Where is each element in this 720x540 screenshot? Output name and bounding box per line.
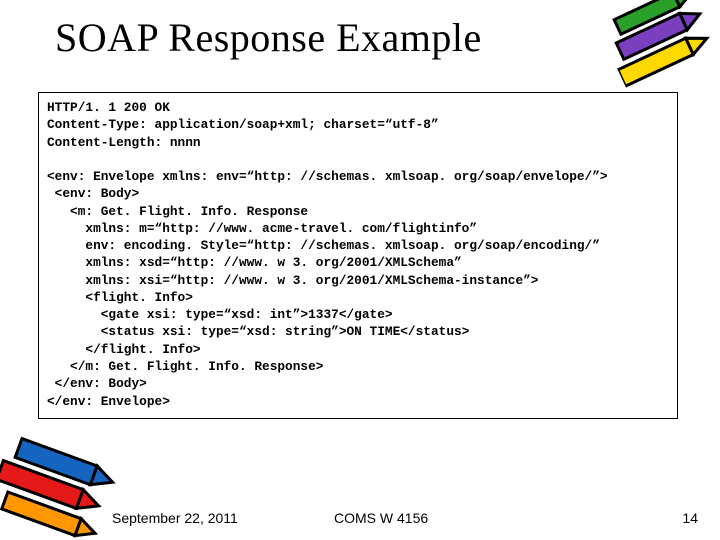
footer-course: COMS W 4156 xyxy=(334,510,428,526)
code-line: xmlns: xsi=“http: //www. w 3. org/2001/X… xyxy=(47,273,538,288)
code-line: Content-Length: nnnn xyxy=(47,135,201,150)
code-line: env: encoding. Style=“http: //schemas. x… xyxy=(47,238,600,253)
code-line: </flight. Info> xyxy=(47,342,201,357)
code-line: <env: Body> xyxy=(47,186,139,201)
code-block: HTTP/1. 1 200 OK Content-Type: applicati… xyxy=(38,92,678,419)
code-line: </env: Envelope> xyxy=(47,394,170,409)
code-line: xmlns: xsd=“http: //www. w 3. org/2001/X… xyxy=(47,255,462,270)
footer-page-number: 14 xyxy=(682,510,698,526)
code-line: <status xsi: type=“xsd: string”>ON TIME<… xyxy=(47,324,469,339)
code-line: <m: Get. Flight. Info. Response xyxy=(47,204,308,219)
code-line: xmlns: m=“http: //www. acme-travel. com/… xyxy=(47,221,477,236)
code-line: </env: Body> xyxy=(47,376,147,391)
code-line: Content-Type: application/soap+xml; char… xyxy=(47,117,439,132)
footer-date: September 22, 2011 xyxy=(112,510,238,526)
page-title: SOAP Response Example xyxy=(55,14,680,61)
code-line: <env: Envelope xmlns: env=“http: //schem… xyxy=(47,169,608,184)
code-line: <flight. Info> xyxy=(47,290,193,305)
code-line: HTTP/1. 1 200 OK xyxy=(47,100,170,115)
slide: SOAP Response Example HTTP/1. 1 200 OK C… xyxy=(0,0,720,540)
code-line: </m: Get. Flight. Info. Response> xyxy=(47,359,323,374)
code-line: <gate xsi: type=“xsd: int”>1337</gate> xyxy=(47,307,393,322)
crayon-icon xyxy=(0,419,145,540)
